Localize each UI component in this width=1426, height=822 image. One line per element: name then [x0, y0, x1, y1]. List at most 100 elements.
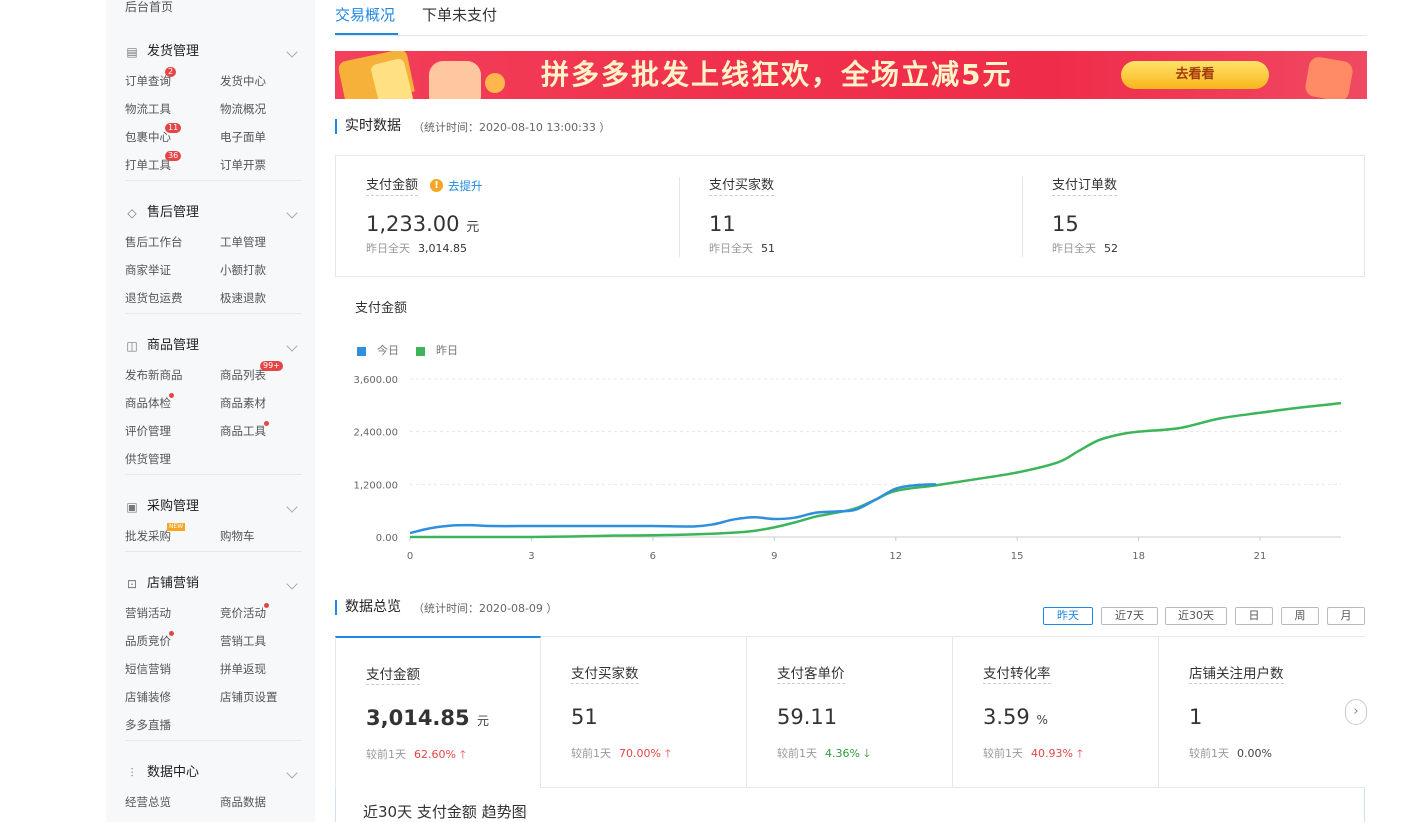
x-tick-label: 9 [771, 551, 777, 562]
range-day-button[interactable]: 日 [1235, 607, 1273, 625]
sidebar-section-title: 采购管理 [147, 499, 200, 514]
legend-yesterday[interactable]: 昨日 [416, 343, 476, 359]
warning-icon[interactable]: ! [430, 179, 443, 192]
sidebar-item[interactable]: 发货中心 [220, 74, 266, 88]
bag-icon: ◫ [126, 339, 138, 353]
range-7days-button[interactable]: 近7天 [1101, 607, 1158, 625]
range-yesterday-button[interactable]: 昨天 [1043, 607, 1093, 625]
card-avg-order-value[interactable]: 支付客单价 59.11 较前1天 4.36% 🡓 [747, 637, 953, 787]
sidebar-item[interactable]: 电子面单 [220, 130, 266, 144]
tab-unpaid-orders[interactable]: 下单未支付 [422, 6, 497, 24]
sidebar-item[interactable]: 店铺页设置 [220, 690, 278, 704]
sidebar-section-header[interactable]: ⊡ 店铺营销 [106, 575, 315, 595]
sidebar-item[interactable]: 工单管理 [220, 235, 266, 249]
card-label: 支付买家数 [571, 666, 639, 684]
metric-yesterday: 昨日全天 52 [1052, 242, 1118, 255]
chevron-down-icon[interactable] [286, 501, 298, 513]
sidebar-divider [125, 551, 302, 552]
sidebar-item[interactable]: 极速退款 [220, 291, 266, 305]
sidebar-item[interactable]: 打单工具 36 [125, 151, 182, 172]
sidebar-item[interactable]: 商品工具 [220, 421, 269, 438]
sidebar-item-label: 商家举证 [125, 263, 171, 277]
promo-banner[interactable]: 拼多多批发上线狂欢，全场立减5元 去看看 [335, 51, 1367, 99]
sidebar-item[interactable]: 物流概况 [220, 102, 266, 116]
legend-swatch-today [357, 347, 366, 356]
sidebar-item[interactable]: 多多直播 [125, 718, 171, 732]
sidebar-item[interactable]: 退货包运费 [125, 291, 183, 305]
card-payment-amount[interactable]: 支付金额 3,014.85 元 较前1天 62.60% 🡑 [335, 636, 541, 788]
sidebar-item[interactable]: 经营总览 [125, 795, 171, 809]
sidebar-item[interactable]: 商品列表 99+ [220, 361, 283, 382]
realtime-section-title: 实时数据 （统计时间：2020-08-10 13:00:33 ） [335, 118, 735, 136]
sidebar-item[interactable]: 商品素材 [220, 396, 266, 410]
chevron-down-icon[interactable] [286, 46, 298, 58]
sidebar-section-header[interactable]: ◫ 商品管理 [106, 337, 315, 357]
sidebar-item[interactable]: 售后工作台 [125, 235, 183, 249]
sidebar-item[interactable]: 拼单返现 [220, 662, 266, 676]
sidebar-item[interactable]: 营销活动 [125, 606, 171, 620]
card-value: 1 [1189, 705, 1203, 729]
chevron-down-icon[interactable] [286, 767, 298, 779]
card-store-followers[interactable]: 店铺关注用户数 1 较前1天 0.00% [1159, 637, 1365, 787]
card-conversion-rate[interactable]: 支付转化率 3.59 % 较前1天 40.93% 🡑 [953, 637, 1159, 787]
notification-dot [264, 603, 269, 608]
chevron-down-icon[interactable] [286, 340, 298, 352]
sidebar-item[interactable]: 商品体检 [125, 393, 174, 410]
sidebar-home-link[interactable]: 后台首页 [125, 0, 173, 14]
sidebar-section: ▣ 采购管理批发采购 NEW 购物车 [106, 498, 315, 543]
sidebar-item[interactable]: 商品数据 [220, 795, 266, 809]
range-month-button[interactable]: 月 [1327, 607, 1365, 625]
sidebar-item[interactable]: 小额打款 [220, 263, 266, 277]
sidebar-item-label: 发布新商品 [125, 368, 183, 382]
chevron-down-icon[interactable] [286, 578, 298, 590]
banner-view-button[interactable]: 去看看 [1121, 61, 1269, 89]
metric-paying-buyers[interactable]: 支付买家数 11 昨日全天 51 [679, 156, 1022, 276]
realtime-stat-time: （统计时间：2020-08-10 13:00:33 ） [413, 121, 611, 134]
sidebar-item[interactable]: 购物车 [220, 529, 255, 543]
sidebar-item[interactable]: 短信营销 [125, 662, 171, 676]
legend-today[interactable]: 今日 [357, 343, 417, 359]
sidebar-item-label: 包裹中心 [125, 130, 171, 144]
sidebar-item[interactable]: 发布新商品 [125, 368, 183, 382]
tab-transaction-overview[interactable]: 交易概况 [335, 6, 395, 24]
chevron-down-icon[interactable] [286, 207, 298, 219]
tab-bar: 交易概况 下单未支付 [335, 0, 1367, 36]
arrow-down-icon: 🡓 [863, 747, 870, 760]
sidebar-item-label: 拼单返现 [220, 662, 266, 676]
range-week-button[interactable]: 周 [1281, 607, 1319, 625]
sidebar-item[interactable]: 包裹中心 11 [125, 123, 182, 144]
sidebar-section-header[interactable]: ◇ 售后管理 [106, 204, 315, 224]
card-paying-buyers[interactable]: 支付买家数 51 较前1天 70.00% 🡑 [541, 637, 747, 787]
sidebar-item[interactable]: 供货管理 [125, 452, 171, 466]
range-30days-button[interactable]: 近30天 [1165, 607, 1227, 625]
sidebar-section-header[interactable]: ▣ 采购管理 [106, 498, 315, 518]
sidebar-item[interactable]: 评价管理 [125, 424, 171, 438]
sidebar: 后台首页 ▤ 发货管理订单查询 2 发货中心物流工具 物流概况包裹中心 11 电子面单打单工… [106, 0, 315, 822]
metric-paid-orders[interactable]: 支付订单数 15 昨日全天 52 [1022, 156, 1365, 276]
sidebar-section-header[interactable]: ⫶ 数据中心 [106, 764, 315, 784]
banner-headline: 拼多多批发上线狂欢，全场立减5元 [541, 58, 1013, 91]
sidebar-item[interactable]: 批发采购 NEW [125, 523, 186, 543]
series-line-yesterday [409, 401, 1342, 539]
sidebar-item[interactable]: 营销工具 [220, 634, 266, 648]
metric-label: 支付买家数 [709, 177, 775, 196]
chevron-right-icon[interactable]: › [1345, 699, 1367, 725]
metric-payment-amount[interactable]: 支付金额 ! 去提升 1,233.00 元 昨日全天 3,014.85 [336, 156, 679, 276]
sidebar-item[interactable]: 店铺装修 [125, 690, 171, 704]
sidebar-item[interactable]: 物流工具 [125, 102, 171, 116]
sidebar-section: ◇ 售后管理售后工作台 工单管理商家举证 小额打款退货包运费 极速退款 [106, 204, 315, 305]
boost-link[interactable]: 去提升 [448, 178, 483, 194]
sidebar-item[interactable]: 商家举证 [125, 263, 171, 277]
sidebar-item-label: 多多直播 [125, 718, 171, 732]
sidebar-section-header[interactable]: ▤ 发货管理 [106, 43, 315, 63]
x-tick-label: 6 [650, 551, 656, 562]
sidebar-item-label: 工单管理 [220, 235, 266, 249]
sidebar-item[interactable]: 品质竞价 [125, 631, 174, 648]
sidebar-item-label: 订单查询 [125, 74, 171, 88]
card-compare: 较前1天 0.00% [1189, 747, 1272, 760]
sidebar-item[interactable]: 订单查询 2 [125, 67, 177, 88]
sidebar-item-label: 购物车 [220, 529, 255, 543]
sidebar-item[interactable]: 订单开票 [220, 158, 266, 172]
bar-chart-icon: ⫶ [130, 766, 134, 780]
sidebar-item[interactable]: 竞价活动 [220, 603, 269, 620]
